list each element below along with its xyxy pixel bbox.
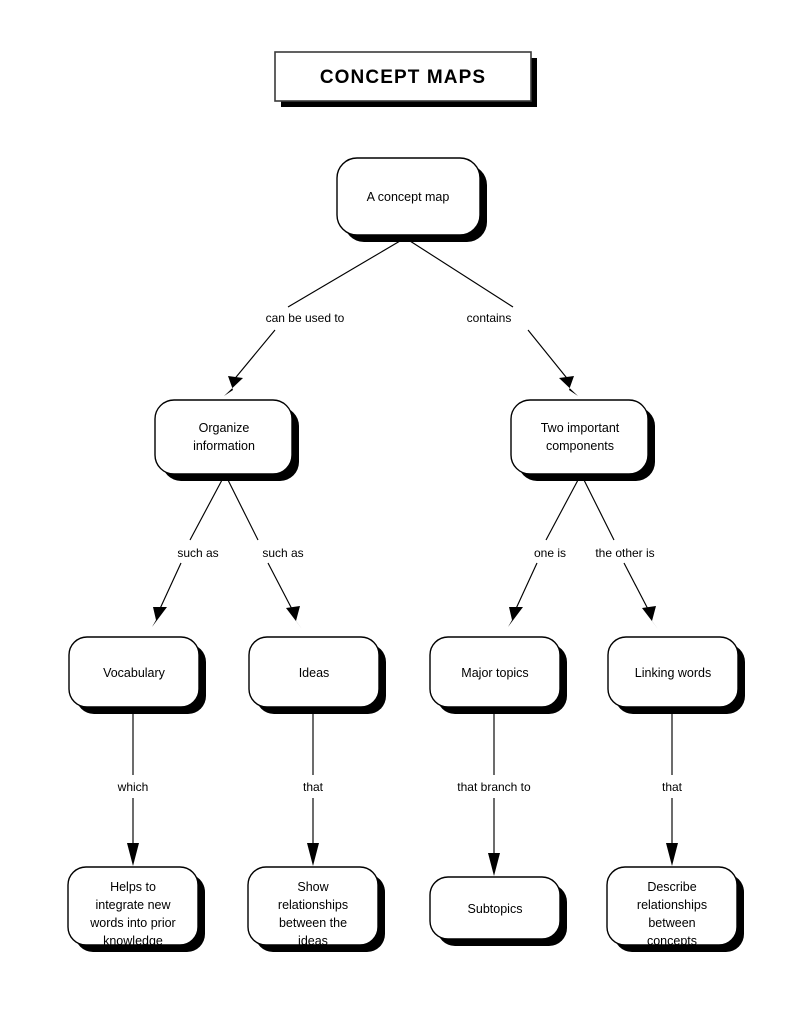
page-title: CONCEPT MAPS bbox=[320, 67, 486, 88]
arrow-head bbox=[488, 853, 500, 876]
node-label-line4: knowledge bbox=[103, 934, 163, 948]
node-label: Vocabulary bbox=[103, 666, 166, 680]
edge-line bbox=[267, 562, 295, 614]
edge-layer: can be used to contains such as such as bbox=[117, 240, 683, 876]
edge-label: that bbox=[662, 780, 683, 794]
arrow-head bbox=[307, 843, 319, 866]
edge-line bbox=[623, 562, 651, 614]
node-label: Describe bbox=[647, 880, 696, 894]
edge-line bbox=[227, 479, 259, 541]
node-label: Ideas bbox=[299, 666, 330, 680]
node-ideas[interactable]: Ideas bbox=[248, 636, 386, 714]
node-label-line3: between bbox=[648, 916, 695, 930]
node-label: Organize bbox=[199, 421, 250, 435]
node-label-line2: integrate new bbox=[95, 898, 171, 912]
edge-components-major: one is bbox=[508, 479, 579, 627]
edge-organize-ideas: such as bbox=[227, 479, 304, 629]
arrow-head bbox=[666, 843, 678, 866]
edge-line bbox=[527, 329, 571, 383]
node-label: Two important bbox=[541, 421, 620, 435]
node-label: Subtopics bbox=[468, 902, 523, 916]
edge-label: the other is bbox=[595, 546, 654, 560]
arrow-head bbox=[152, 607, 167, 627]
edge-line bbox=[513, 562, 538, 614]
node-box[interactable] bbox=[154, 399, 293, 475]
edge-linking-describe: that bbox=[662, 712, 683, 866]
edge-label: such as bbox=[177, 546, 218, 560]
edge-ideas-show: that bbox=[303, 712, 324, 866]
edge-major-subtopics: that branch to bbox=[457, 712, 531, 876]
node-major-topics[interactable]: Major topics bbox=[429, 636, 567, 714]
node-vocabulary[interactable]: Vocabulary bbox=[68, 636, 206, 714]
arrow-head bbox=[224, 376, 243, 396]
edge-line bbox=[157, 562, 182, 614]
node-helps[interactable]: Helps to integrate new words into prior … bbox=[67, 866, 205, 952]
node-organize[interactable]: Organize information bbox=[154, 399, 299, 481]
edge-root-components: contains bbox=[409, 240, 578, 396]
node-label: A concept map bbox=[367, 190, 450, 204]
arrow-head bbox=[559, 376, 578, 396]
edge-line bbox=[231, 329, 276, 383]
node-label-line4: ideas bbox=[298, 934, 328, 948]
node-root[interactable]: A concept map bbox=[336, 157, 487, 242]
node-label-line2: relationships bbox=[278, 898, 348, 912]
edge-components-linking: the other is bbox=[583, 479, 658, 629]
edge-label: that branch to bbox=[457, 780, 531, 794]
edge-line bbox=[189, 479, 223, 541]
node-components[interactable]: Two important components bbox=[510, 399, 655, 481]
edge-line bbox=[287, 240, 401, 308]
arrow-head bbox=[642, 606, 658, 629]
concept-map-diagram: CONCEPT MAPS can be used to contains suc… bbox=[67, 51, 745, 952]
node-describe[interactable]: Describe relationships between concepts bbox=[606, 866, 744, 952]
arrow-head bbox=[508, 607, 523, 627]
node-box[interactable] bbox=[510, 399, 649, 475]
node-label-line3: between the bbox=[279, 916, 347, 930]
edge-vocabulary-helps: which bbox=[117, 712, 149, 866]
node-label: Helps to bbox=[110, 880, 156, 894]
edge-organize-vocabulary: such as bbox=[152, 479, 223, 627]
arrow-head bbox=[127, 843, 139, 866]
edge-label: can be used to bbox=[266, 311, 345, 325]
edge-label: one is bbox=[534, 546, 566, 560]
node-label: Show bbox=[297, 880, 329, 894]
title-banner: CONCEPT MAPS bbox=[274, 51, 537, 107]
arrow-head bbox=[286, 606, 302, 629]
node-label-line3: words into prior bbox=[89, 916, 175, 930]
edge-line bbox=[545, 479, 579, 541]
edge-line bbox=[583, 479, 615, 541]
node-linking-words[interactable]: Linking words bbox=[607, 636, 745, 714]
edge-root-organize: can be used to bbox=[224, 240, 401, 396]
node-subtopics[interactable]: Subtopics bbox=[429, 876, 567, 946]
node-label: Major topics bbox=[461, 666, 528, 680]
node-show[interactable]: Show relationships between the ideas bbox=[247, 866, 385, 952]
edge-line bbox=[409, 240, 514, 308]
node-label-line2: components bbox=[546, 439, 614, 453]
node-label-line2: information bbox=[193, 439, 255, 453]
edge-label: such as bbox=[262, 546, 303, 560]
edge-label: which bbox=[117, 780, 149, 794]
edge-label: contains bbox=[467, 311, 512, 325]
node-label-line2: relationships bbox=[637, 898, 707, 912]
edge-label: that bbox=[303, 780, 324, 794]
node-label-line4: concepts bbox=[647, 934, 697, 948]
node-label: Linking words bbox=[635, 666, 711, 680]
